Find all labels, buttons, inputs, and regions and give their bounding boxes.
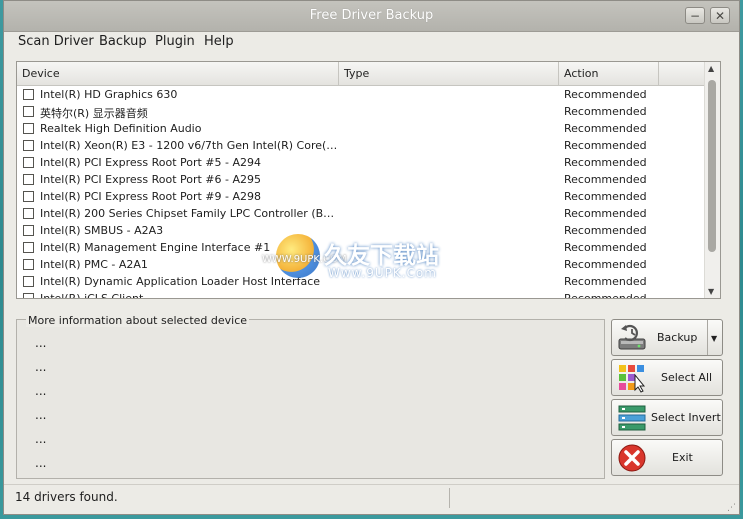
exit-label: Exit	[672, 451, 693, 464]
status-bar: 14 drivers found. ⋰	[4, 484, 739, 515]
menu-scan-driver[interactable]: Scan Driver	[18, 34, 94, 49]
exit-icon	[618, 444, 646, 472]
action-value: Recommended	[564, 241, 647, 254]
row-checkbox[interactable]	[23, 123, 34, 134]
select-invert-icon	[618, 405, 646, 431]
device-name: Intel(R) 200 Series Chipset Family LPC C…	[40, 207, 340, 220]
device-name: Intel(R) PCI Express Root Port #5 - A294	[40, 156, 261, 169]
action-value: Recommended	[564, 207, 647, 220]
info-line: ...	[35, 432, 47, 446]
select-invert-button[interactable]: Select Invert	[611, 399, 723, 436]
action-value: Recommended	[564, 173, 647, 186]
status-text: 14 drivers found.	[15, 490, 118, 504]
row-checkbox[interactable]	[23, 259, 34, 270]
device-info-panel: More information about selected device .…	[16, 314, 605, 479]
action-value: Recommended	[564, 105, 647, 118]
hard-drive-backup-icon	[618, 324, 646, 350]
title-bar: Free Driver Backup − ✕	[4, 1, 739, 32]
device-name: Intel(R) Xeon(R) E3 - 1200 v6/7th Gen In…	[40, 139, 340, 152]
select-all-label: Select All	[661, 371, 713, 384]
device-info-title: More information about selected device	[26, 314, 250, 327]
select-invert-label: Select Invert	[651, 411, 721, 424]
row-checkbox[interactable]	[23, 174, 34, 185]
menu-bar: Scan Driver Backup Plugin Help	[4, 31, 739, 53]
action-value: Recommended	[564, 190, 647, 203]
row-checkbox[interactable]	[23, 140, 34, 151]
info-line: ...	[35, 384, 47, 398]
vertical-scrollbar[interactable]: ▲ ▼	[704, 62, 720, 298]
select-all-button[interactable]: Select All	[611, 359, 723, 396]
column-header-action[interactable]: Action	[559, 62, 659, 86]
exit-button[interactable]: Exit	[611, 439, 723, 476]
menu-plugin[interactable]: Plugin	[155, 34, 195, 49]
action-value: Recommended	[564, 224, 647, 237]
watermark-url: Www.9UPK.Com	[328, 266, 437, 280]
info-line: ...	[35, 408, 47, 422]
column-header-filler	[659, 62, 707, 86]
table-row[interactable]: Intel(R) PCI Express Root Port #9 - A298…	[17, 189, 705, 206]
device-name: 英特尔(R) 显示器音频	[40, 107, 148, 120]
table-row[interactable]: Intel(R) PCI Express Root Port #5 - A294…	[17, 155, 705, 172]
scroll-down-arrow-icon[interactable]: ▼	[708, 287, 714, 296]
resize-grip-icon[interactable]: ⋰	[727, 503, 736, 513]
info-line: ...	[35, 360, 47, 374]
backup-dropdown-toggle[interactable]: ▼	[707, 320, 722, 355]
table-row[interactable]: 英特尔(R) 显示器音频 Recommended	[17, 104, 705, 121]
device-name: Realtek High Definition Audio	[40, 122, 202, 135]
scroll-up-arrow-icon[interactable]: ▲	[708, 64, 714, 73]
device-name: Intel(R) PCI Express Root Port #9 - A298	[40, 190, 261, 203]
action-value: Recommended	[564, 88, 647, 101]
info-line: ...	[35, 336, 47, 350]
action-value: Recommended	[564, 275, 647, 288]
device-name: Intel(R) iCLS Client	[40, 292, 144, 299]
watermark: WWW.9UPK.COM 久友下载站 Www.9UPK.Com	[262, 232, 492, 292]
row-checkbox[interactable]	[23, 89, 34, 100]
row-checkbox[interactable]	[23, 242, 34, 253]
chevron-down-icon: ▼	[711, 334, 718, 343]
action-value: Recommended	[564, 258, 647, 271]
minimize-button[interactable]: −	[685, 7, 705, 24]
window-title: Free Driver Backup	[309, 8, 434, 23]
status-separator	[449, 488, 450, 508]
table-row[interactable]: Intel(R) HD Graphics 630 Recommended	[17, 87, 705, 104]
device-name: Intel(R) HD Graphics 630	[40, 88, 178, 101]
close-window-button[interactable]: ✕	[710, 7, 730, 24]
table-row[interactable]: Intel(R) Xeon(R) E3 - 1200 v6/7th Gen In…	[17, 138, 705, 155]
table-row[interactable]: Realtek High Definition Audio Recommended	[17, 121, 705, 138]
column-header-type[interactable]: Type	[339, 62, 559, 86]
info-line: ...	[35, 456, 47, 470]
action-value: Recommended	[564, 156, 647, 169]
select-all-icon	[619, 365, 646, 393]
row-checkbox[interactable]	[23, 106, 34, 117]
row-checkbox[interactable]	[23, 225, 34, 236]
scrollbar-thumb[interactable]	[708, 80, 716, 252]
table-row[interactable]: Intel(R) 200 Series Chipset Family LPC C…	[17, 206, 705, 223]
row-checkbox[interactable]	[23, 276, 34, 287]
menu-backup[interactable]: Backup	[99, 34, 147, 49]
action-value: Recommended	[564, 292, 647, 299]
menu-help[interactable]: Help	[204, 34, 234, 49]
row-checkbox[interactable]	[23, 191, 34, 202]
watermark-text: 久友下载站	[324, 243, 439, 269]
row-checkbox[interactable]	[23, 157, 34, 168]
device-name: Intel(R) PCI Express Root Port #6 - A295	[40, 173, 261, 186]
table-row[interactable]: Intel(R) iCLS Client Recommended	[17, 291, 705, 299]
table-row[interactable]: Intel(R) PCI Express Root Port #6 - A295…	[17, 172, 705, 189]
action-value: Recommended	[564, 122, 647, 135]
column-header-device[interactable]: Device	[17, 62, 339, 86]
backup-button[interactable]: Backup ▼	[611, 319, 723, 356]
row-checkbox[interactable]	[23, 208, 34, 219]
action-value: Recommended	[564, 139, 647, 152]
backup-button-label: Backup	[657, 331, 698, 344]
row-checkbox[interactable]	[23, 293, 34, 298]
